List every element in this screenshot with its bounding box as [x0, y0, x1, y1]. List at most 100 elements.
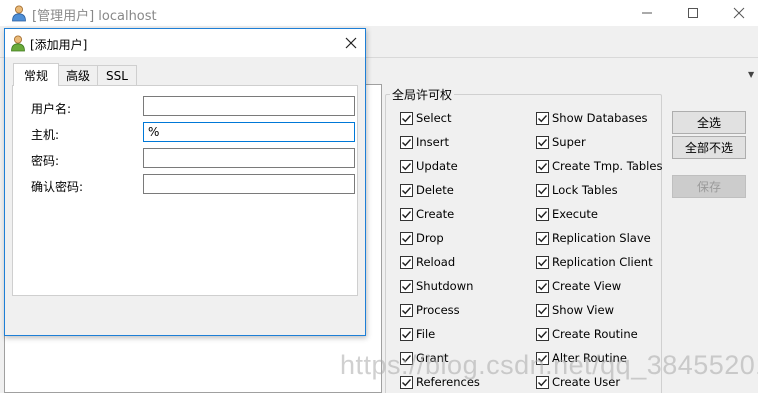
close-icon: [345, 37, 357, 49]
tab-ssl[interactable]: SSL: [97, 65, 137, 85]
checkmark-icon: [402, 186, 412, 194]
privilege-label: Lock Tables: [552, 183, 618, 197]
select-all-button[interactable]: 全选: [672, 111, 746, 134]
username-label: 用户名:: [31, 102, 72, 116]
privilege-create-routine[interactable]: Create Routine: [536, 326, 638, 342]
save-button[interactable]: 保存: [672, 175, 746, 198]
privilege-show-view[interactable]: Show View: [536, 302, 614, 318]
privilege-label: Drop: [416, 231, 444, 245]
privilege-label: Show View: [552, 303, 614, 317]
privilege-reload[interactable]: Reload: [400, 254, 455, 270]
checkbox-create-routine[interactable]: [536, 327, 549, 341]
confirm-password-label: 确认密码:: [31, 180, 84, 194]
privilege-update[interactable]: Update: [400, 158, 458, 174]
checkmark-icon: [402, 114, 412, 122]
privilege-label: Execute: [552, 207, 598, 221]
password-input[interactable]: [143, 148, 355, 168]
general-tab-panel: 用户名: 主机: 密码: 确认密码:: [12, 85, 358, 296]
privilege-drop[interactable]: Drop: [400, 230, 444, 246]
checkbox-show-databases[interactable]: [536, 111, 549, 125]
checkmark-icon: [402, 330, 412, 338]
privilege-replication-slave[interactable]: Replication Slave: [536, 230, 651, 246]
privilege-label: Delete: [416, 183, 454, 197]
checkmark-icon: [402, 306, 412, 314]
watermark: https://blog.csdn.net/qq_38455201: [340, 350, 758, 380]
checkbox-process[interactable]: [400, 303, 413, 317]
username-input[interactable]: [143, 96, 355, 116]
tab-advanced[interactable]: 高级: [58, 65, 98, 85]
select-none-button[interactable]: 全部不选: [672, 136, 746, 159]
checkmark-icon: [538, 258, 548, 266]
tabs-dropdown-icon[interactable]: ▼: [748, 70, 754, 79]
checkbox-delete[interactable]: [400, 183, 413, 197]
checkbox-insert[interactable]: [400, 135, 413, 149]
close-button[interactable]: [716, 0, 758, 26]
privilege-label: Create Routine: [552, 327, 638, 341]
minimize-icon: [642, 12, 652, 14]
checkmark-icon: [402, 162, 412, 170]
checkbox-lock-tables[interactable]: [536, 183, 549, 197]
privilege-insert[interactable]: Insert: [400, 134, 449, 150]
checkmark-icon: [538, 186, 548, 194]
checkbox-shutdown[interactable]: [400, 279, 413, 293]
checkbox-show-view[interactable]: [536, 303, 549, 317]
checkmark-icon: [402, 258, 412, 266]
checkmark-icon: [538, 138, 548, 146]
user-icon: [9, 34, 27, 52]
checkbox-create[interactable]: [400, 207, 413, 221]
checkbox-create-view[interactable]: [536, 279, 549, 293]
checkmark-icon: [538, 162, 548, 170]
checkbox-select[interactable]: [400, 111, 413, 125]
privilege-execute[interactable]: Execute: [536, 206, 598, 222]
checkbox-create-tmp-tables[interactable]: [536, 159, 549, 173]
privilege-file[interactable]: File: [400, 326, 435, 342]
checkmark-icon: [538, 114, 548, 122]
privilege-create-tmp-tables[interactable]: Create Tmp. Tables: [536, 158, 662, 174]
checkbox-drop[interactable]: [400, 231, 413, 245]
checkbox-reload[interactable]: [400, 255, 413, 269]
checkbox-super[interactable]: [536, 135, 549, 149]
privilege-label: Process: [416, 303, 460, 317]
privilege-label: Replication Client: [552, 255, 653, 269]
privilege-lock-tables[interactable]: Lock Tables: [536, 182, 618, 198]
privilege-replication-client[interactable]: Replication Client: [536, 254, 653, 270]
maximize-button[interactable]: [670, 0, 716, 26]
privilege-create[interactable]: Create: [400, 206, 454, 222]
host-input[interactable]: [143, 122, 355, 142]
checkbox-execute[interactable]: [536, 207, 549, 221]
checkmark-icon: [402, 234, 412, 242]
privilege-label: Replication Slave: [552, 231, 651, 245]
dialog-title: [添加用户]: [30, 38, 88, 52]
privilege-process[interactable]: Process: [400, 302, 460, 318]
privilege-label: Shutdown: [416, 279, 474, 293]
privilege-label: Create View: [552, 279, 622, 293]
dialog-titlebar[interactable]: [添加用户]: [5, 29, 365, 57]
privilege-delete[interactable]: Delete: [400, 182, 454, 198]
privilege-label: Create: [416, 207, 455, 221]
privilege-label: Create Tmp. Tables: [552, 159, 663, 173]
checkbox-file[interactable]: [400, 327, 413, 341]
tab-general[interactable]: 常规: [13, 63, 59, 86]
confirm-password-input[interactable]: [143, 174, 355, 194]
privilege-create-view[interactable]: Create View: [536, 278, 621, 294]
checkmark-icon: [402, 138, 412, 146]
privilege-select[interactable]: Select: [400, 110, 451, 126]
privilege-super[interactable]: Super: [536, 134, 586, 150]
user-icon: [10, 4, 28, 22]
checkmark-icon: [538, 306, 548, 314]
privilege-show-databases[interactable]: Show Databases: [536, 110, 648, 126]
dialog-close-button[interactable]: [338, 31, 364, 55]
checkbox-replication-client[interactable]: [536, 255, 549, 269]
password-label: 密码:: [31, 154, 60, 168]
main-titlebar[interactable]: [管理用户] localhost: [0, 0, 758, 26]
privilege-label: Super: [552, 135, 586, 149]
checkbox-replication-slave[interactable]: [536, 231, 549, 245]
close-icon: [733, 7, 745, 19]
privilege-label: Reload: [416, 255, 456, 269]
minimize-button[interactable]: [624, 0, 670, 26]
checkbox-update[interactable]: [400, 159, 413, 173]
privilege-shutdown[interactable]: Shutdown: [400, 278, 473, 294]
privilege-label: Select: [416, 111, 452, 125]
checkmark-icon: [402, 210, 412, 218]
checkmark-icon: [538, 210, 548, 218]
